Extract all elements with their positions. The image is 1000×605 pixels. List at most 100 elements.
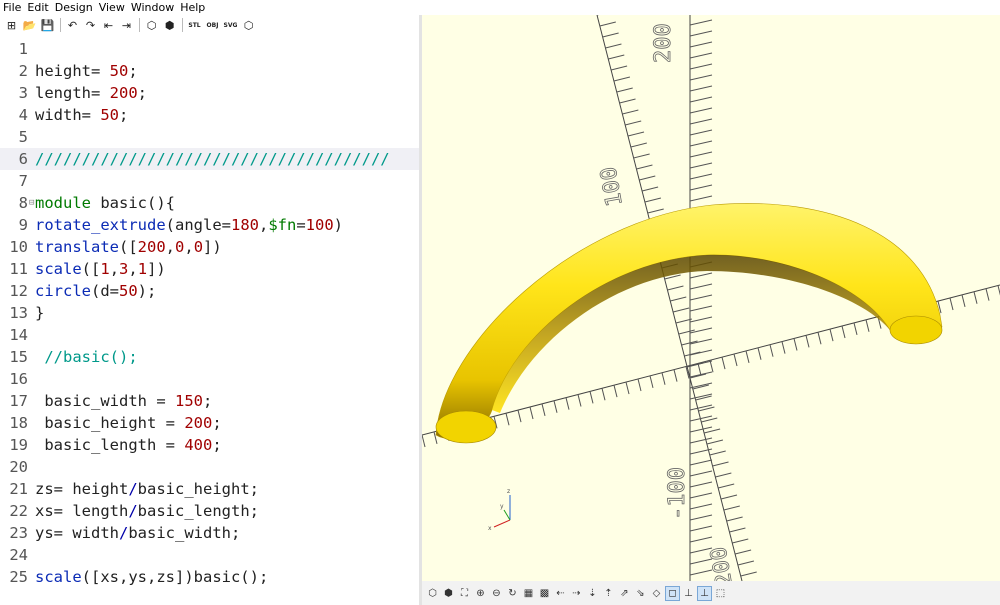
indent-icon[interactable]: ⇥ [118, 17, 135, 33]
model-half-torus[interactable] [435, 203, 943, 444]
code-token: ; [137, 84, 147, 102]
view-right-icon[interactable]: ⇢ [569, 586, 584, 601]
export-3d-icon[interactable]: ⬡ [240, 17, 257, 33]
axis-tick [769, 344, 774, 357]
code-token: ////////////////////////////////////// [35, 150, 390, 168]
code-line[interactable]: 25 scale([xs,ys,zs])basic(); [0, 566, 419, 588]
code-line[interactable]: 10 translate([200,0,0]) [0, 236, 419, 258]
export-svg-icon[interactable]: SVG [222, 17, 239, 33]
show-edges-icon[interactable]: ⬚ [713, 586, 728, 601]
code-token: 1 [137, 260, 148, 278]
view-bottom-icon[interactable]: ▩ [537, 586, 552, 601]
line-number: 19 [9, 436, 28, 454]
line-number: 10 [9, 238, 28, 256]
view-center-icon[interactable]: ⇘ [633, 586, 648, 601]
code-line[interactable]: 12 circle(d=50); [0, 280, 419, 302]
render-icon[interactable]: ⬢ [441, 586, 456, 601]
code-line[interactable]: 22 xs= length/basic_length; [0, 500, 419, 522]
axis-tick [689, 107, 713, 114]
reset-view-icon[interactable]: ↻ [505, 586, 520, 601]
code-token: 50 [119, 282, 138, 300]
render-icon[interactable]: ⬢ [161, 17, 178, 33]
code-text: scale([xs,ys,zs])basic(); [35, 566, 268, 588]
code-line[interactable]: 13} [0, 302, 419, 324]
code-text: basic_height = 200; [35, 412, 221, 434]
view-diagonal-icon[interactable]: ⇗ [617, 586, 632, 601]
code-line[interactable]: 24 [0, 544, 419, 566]
code-text: circle(d=50); [35, 280, 156, 302]
menu-design[interactable]: Design [55, 0, 93, 15]
undo-icon[interactable]: ↶ [64, 17, 81, 33]
code-line[interactable]: 23 ys= width/basic_width; [0, 522, 419, 544]
axis-tick [841, 325, 846, 339]
show-axes-icon[interactable]: ⊥ [681, 586, 696, 601]
view-top-icon[interactable]: ▦ [521, 586, 536, 601]
menu-help[interactable]: Help [180, 0, 205, 15]
menu-view[interactable]: View [99, 0, 125, 15]
menu-edit[interactable]: Edit [27, 0, 48, 15]
open-file-icon[interactable]: 📂 [21, 17, 38, 33]
code-line[interactable]: 7 [0, 170, 419, 192]
axis-tick [517, 409, 522, 423]
code-line[interactable]: 11 scale([1,3,1]) [0, 258, 419, 280]
code-line[interactable]: 17 basic_width = 150; [0, 390, 419, 412]
axis-label-bottom-200: 200 [706, 545, 738, 581]
zoom-in-icon[interactable]: ⊕ [473, 586, 488, 601]
code-editor[interactable]: 1 2 height= 50; 3 length= 200; 4 width= 50; 5 6/… [0, 35, 419, 605]
code-token: module [35, 194, 91, 212]
code-line[interactable]: 1 [0, 38, 419, 60]
menu-file[interactable]: File [3, 0, 21, 15]
3d-viewport[interactable]: 200 100 -100 200 x y z [422, 15, 1000, 581]
axis-tick [757, 347, 762, 360]
code-text: module basic(){ [35, 192, 175, 214]
code-line[interactable]: 19 basic_length = 400; [0, 434, 419, 456]
axis-tick [625, 120, 642, 126]
zoom-out-icon[interactable]: ⊖ [489, 586, 504, 601]
line-number: 8 [18, 194, 28, 212]
show-scale-markers-icon[interactable]: ⊥ [697, 585, 712, 601]
code-text: } [35, 302, 44, 324]
code-text: width= 50; [35, 104, 128, 126]
code-line[interactable]: 3 length= 200; [0, 82, 419, 104]
orthogonal-icon[interactable]: ◻ [665, 585, 680, 601]
code-line[interactable]: 21 zs= height/basic_height; [0, 478, 419, 500]
view-all-icon[interactable]: ⛶ [457, 586, 472, 601]
code-token: ; [212, 436, 222, 454]
axis-tick [720, 494, 738, 500]
code-text: xs= length/basic_length; [35, 500, 259, 522]
axis-tick [625, 381, 630, 395]
view-left-icon[interactable]: ⇠ [553, 586, 568, 601]
code-line[interactable]: 20 [0, 456, 419, 478]
export-obj-icon[interactable]: OBJ [204, 17, 221, 33]
axis-tick [949, 297, 954, 311]
axis-tick [636, 164, 653, 170]
code-line[interactable]: 15 //basic(); [0, 346, 419, 368]
fold-marker-icon[interactable]: ⊟ [29, 192, 34, 214]
line-number: 16 [9, 370, 28, 388]
redo-icon[interactable]: ↷ [82, 17, 99, 33]
code-line[interactable]: 6 ////////////////////////////////////// [0, 148, 419, 170]
new-file-icon[interactable]: ⊞ [3, 17, 20, 33]
preview-icon[interactable]: ⬡ [425, 586, 440, 601]
preview-icon[interactable]: ⬡ [143, 17, 160, 33]
code-line[interactable]: 18 basic_height = 200; [0, 412, 419, 434]
unindent-icon[interactable]: ⇤ [100, 17, 117, 33]
code-line[interactable]: 16 [0, 368, 419, 390]
code-line[interactable]: 9 rotate_extrude(angle=180,$fn=100) [0, 214, 419, 236]
axis-tick [422, 434, 426, 448]
view-front-icon[interactable]: ⇣ [585, 586, 600, 601]
code-line[interactable]: 8 ⊟ module basic(){ [0, 192, 419, 214]
code-token: 100 [305, 216, 334, 234]
code-line[interactable]: 2 height= 50; [0, 60, 419, 82]
line-number: 23 [9, 524, 28, 542]
export-stl-icon[interactable]: STL [186, 17, 203, 33]
perspective-icon[interactable]: ◇ [649, 586, 664, 601]
code-text: scale([1,3,1]) [35, 258, 166, 280]
axis-tick [684, 351, 701, 357]
menu-window[interactable]: Window [131, 0, 174, 15]
code-line[interactable]: 14 [0, 324, 419, 346]
save-file-icon[interactable]: 💾 [39, 17, 56, 33]
code-line[interactable]: 5 [0, 126, 419, 148]
view-back-icon[interactable]: ⇡ [601, 586, 616, 601]
code-line[interactable]: 4 width= 50; [0, 104, 419, 126]
